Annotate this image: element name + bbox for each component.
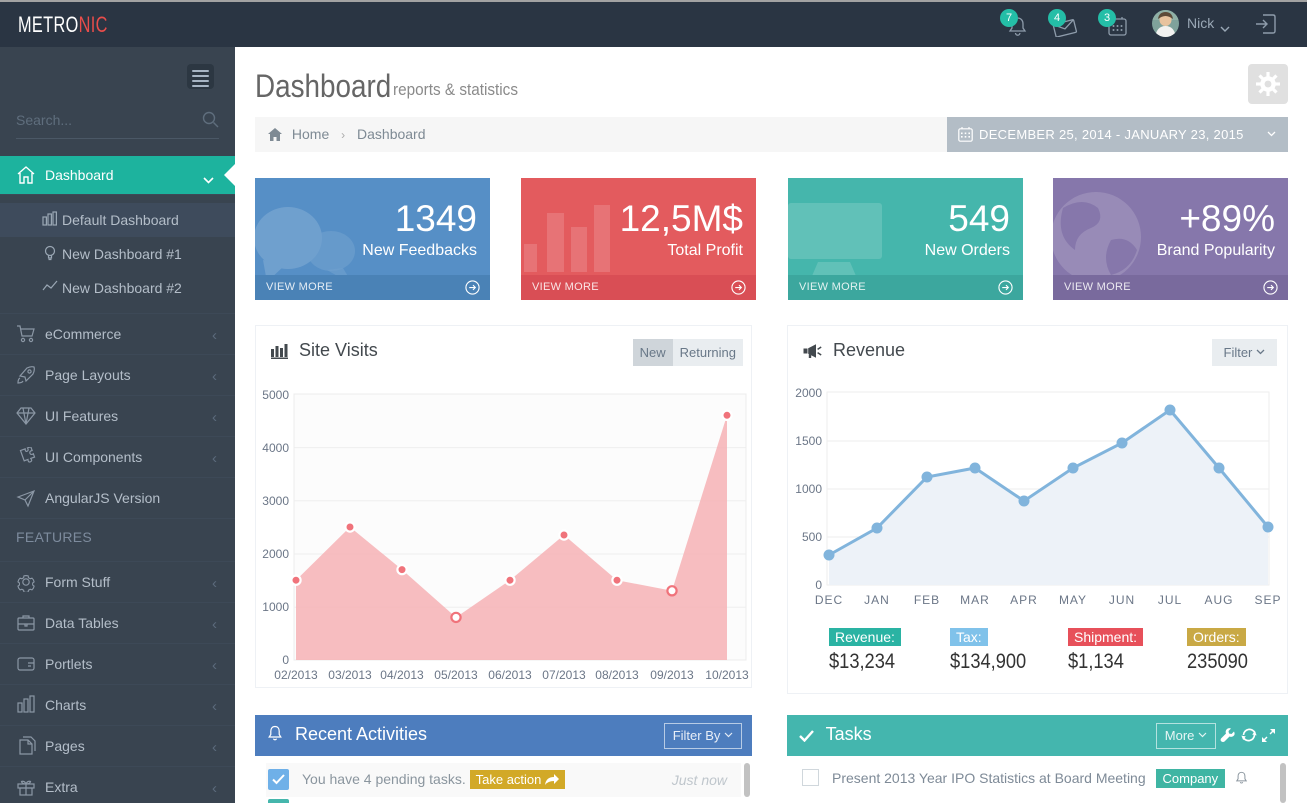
svg-text:04/2013: 04/2013: [380, 668, 424, 682]
svg-text:07/2013: 07/2013: [542, 668, 586, 682]
svg-text:MAR: MAR: [960, 593, 990, 607]
svg-text:MAY: MAY: [1059, 593, 1087, 607]
svg-text:03/2013: 03/2013: [328, 668, 372, 682]
svg-text:500: 500: [802, 530, 822, 544]
svg-text:1500: 1500: [795, 434, 822, 448]
svg-text:2000: 2000: [795, 386, 822, 400]
svg-text:4000: 4000: [262, 441, 289, 455]
svg-text:JUN: JUN: [1109, 593, 1135, 607]
svg-text:08/2013: 08/2013: [595, 668, 639, 682]
svg-text:JAN: JAN: [864, 593, 890, 607]
svg-text:DEC: DEC: [815, 593, 843, 607]
svg-text:0: 0: [282, 653, 289, 667]
svg-text:05/2013: 05/2013: [434, 668, 478, 682]
svg-text:JUL: JUL: [1158, 593, 1182, 607]
svg-text:SEP: SEP: [1254, 593, 1281, 607]
svg-text:02/2013: 02/2013: [274, 668, 318, 682]
svg-text:09/2013: 09/2013: [650, 668, 694, 682]
svg-text:AUG: AUG: [1204, 593, 1233, 607]
svg-text:3000: 3000: [262, 494, 289, 508]
svg-text:0: 0: [815, 578, 822, 592]
svg-text:1000: 1000: [795, 482, 822, 496]
svg-text:10/2013: 10/2013: [705, 668, 749, 682]
svg-text:APR: APR: [1010, 593, 1038, 607]
svg-text:2000: 2000: [262, 547, 289, 561]
svg-text:06/2013: 06/2013: [488, 668, 532, 682]
svg-text:1000: 1000: [262, 600, 289, 614]
svg-text:5000: 5000: [262, 388, 289, 402]
svg-text:FEB: FEB: [914, 593, 940, 607]
